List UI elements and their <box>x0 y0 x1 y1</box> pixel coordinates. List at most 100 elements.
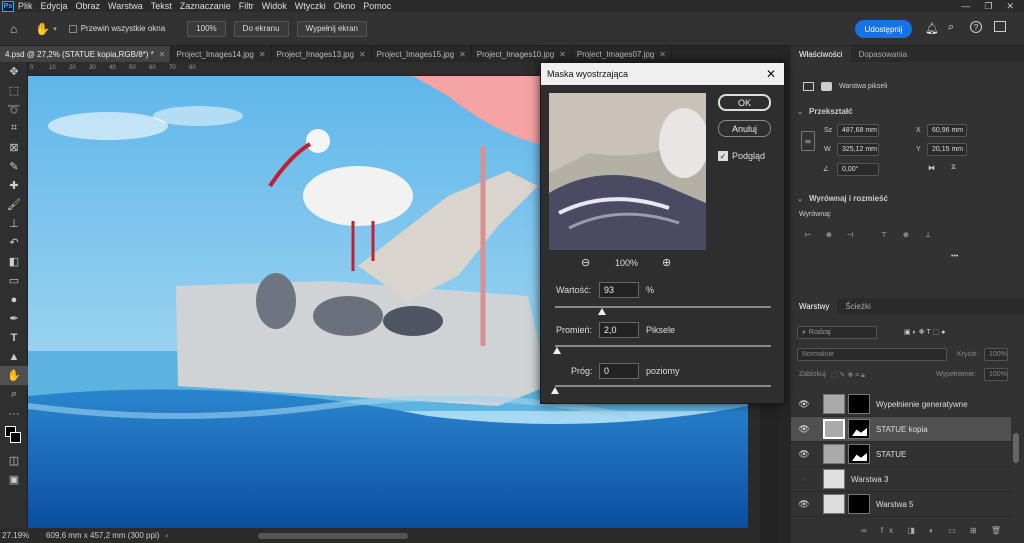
menu-item-pomoc[interactable]: Pomoc <box>363 1 391 11</box>
type-tool-icon[interactable]: T <box>0 328 28 347</box>
workspace-icon[interactable] <box>994 21 1006 32</box>
eyedropper-tool-icon[interactable]: ✎ <box>0 157 28 176</box>
amount-slider-track[interactable] <box>555 306 771 308</box>
menu-item-wtyczki[interactable]: Wtyczki <box>295 1 326 11</box>
ok-button[interactable]: OK <box>718 94 771 111</box>
blend-mode-select[interactable]: Normalnie <box>797 348 947 361</box>
close-window-icon[interactable]: ✕ <box>1006 1 1014 12</box>
width-field[interactable]: 487,68 mm <box>837 124 879 137</box>
opacity-field[interactable]: 100% <box>984 348 1008 361</box>
fit-screen-button[interactable]: Do ekranu <box>233 20 289 37</box>
frame-tool-icon[interactable]: ⊠ <box>0 138 28 157</box>
amount-field[interactable]: 93 <box>599 282 639 298</box>
zoom-level[interactable]: 27.19% <box>2 531 42 540</box>
tab-4psd[interactable]: 4.psd @ 27,2% (STATUE kopia,RGB/8*) * ✕ <box>0 46 172 62</box>
close-icon[interactable]: ✕ <box>766 67 776 81</box>
layer-row-warstwa-3[interactable]: ▫ Warstwa 3 <box>791 467 1011 492</box>
tab-project-images10[interactable]: Project_Images10.jpg ✕ <box>472 46 572 62</box>
eraser-tool-icon[interactable]: ◧ <box>0 252 28 271</box>
history-brush-icon[interactable]: ↶ <box>0 233 28 252</box>
close-icon[interactable]: ✕ <box>359 50 366 59</box>
align-right-icon[interactable]: ⊣ <box>847 231 853 239</box>
align-bottom-icon[interactable]: ⊥ <box>925 231 931 239</box>
tab-project-images15[interactable]: Project_Images15.jpg ✕ <box>372 46 472 62</box>
dodge-tool-icon[interactable]: ● <box>0 290 28 309</box>
move-tool-icon[interactable]: ✥ <box>0 62 28 81</box>
eye-icon[interactable]: 👁︎ <box>797 424 811 435</box>
menu-item-obraz[interactable]: Obraz <box>76 1 101 11</box>
restore-icon[interactable]: ❐ <box>984 1 992 12</box>
hand-tool-icon[interactable]: ✋ <box>0 366 28 385</box>
brush-tool-icon[interactable]: 🖌︎ <box>0 195 28 214</box>
radius-slider-track[interactable] <box>555 345 771 347</box>
tab-properties[interactable]: Właściwości <box>791 46 851 62</box>
stamp-tool-icon[interactable]: ⊥ <box>0 214 28 233</box>
home-icon[interactable]: ⌂ <box>10 22 17 36</box>
close-icon[interactable]: ✕ <box>459 50 466 59</box>
tab-project-images07[interactable]: Project_Images07.jpg ✕ <box>572 46 672 62</box>
eye-icon[interactable]: 👁︎ <box>797 399 811 410</box>
eye-icon[interactable]: 👁︎ <box>797 499 811 510</box>
menu-item-edycja[interactable]: Edycja <box>41 1 68 11</box>
menu-item-zaznaczanie[interactable]: Zaznaczanie <box>180 1 231 11</box>
radius-slider-thumb[interactable] <box>553 347 562 354</box>
layer-filter-select[interactable]: ⌕ Rodzaj <box>797 326 877 339</box>
layer-row-statue-kopia[interactable]: 👁︎ STATUE kopia <box>791 417 1011 442</box>
help-icon[interactable]: ? <box>970 21 982 33</box>
filter-preview[interactable] <box>549 93 706 250</box>
tab-paths[interactable]: Ścieżki <box>837 298 878 314</box>
quick-mask-icon[interactable]: ◫ <box>0 451 28 470</box>
menu-item-tekst[interactable]: Tekst <box>151 1 172 11</box>
height-field[interactable]: 325,12 mm <box>837 143 879 156</box>
threshold-slider-track[interactable] <box>555 385 771 387</box>
more-options-icon[interactable]: ••• <box>951 253 958 260</box>
more-tools-icon[interactable]: ··· <box>0 404 28 423</box>
align-top-icon[interactable]: ⊤ <box>881 231 887 239</box>
bell-icon[interactable]: 🔔︎ <box>925 22 939 35</box>
threshold-field[interactable]: 0 <box>599 363 639 379</box>
zoom-tool-icon[interactable]: ⌕ <box>0 385 28 404</box>
chevron-down-icon[interactable]: ▾ <box>53 25 57 33</box>
flip-vertical-icon[interactable]: ⧖ <box>951 164 956 172</box>
minimize-icon[interactable]: — <box>961 1 970 12</box>
zoom-out-icon[interactable]: ⊖ <box>581 256 590 269</box>
x-field[interactable]: 60,96 mm <box>927 124 967 137</box>
zoom-100-button[interactable]: 100% <box>187 20 226 37</box>
pen-tool-icon[interactable]: ✒ <box>0 309 28 328</box>
fill-field[interactable]: 100% <box>984 368 1008 381</box>
lock-icons[interactable]: ⬚ ✎ ✥ ⌗ 🔒︎ <box>831 371 865 380</box>
layer-actions-icons[interactable]: ∞ fx ◨ ◐ ▭ ⊞ 🗑︎ <box>861 526 1007 535</box>
screen-mode-icon[interactable]: ▣ <box>0 470 28 489</box>
preview-checkbox[interactable]: ✓ <box>718 151 728 161</box>
angle-field[interactable]: 0,00° <box>837 163 879 176</box>
align-hcenter-icon[interactable]: ⊕ <box>826 231 832 239</box>
eye-hidden-icon[interactable]: ▫ <box>797 474 811 484</box>
scroll-all-checkbox[interactable] <box>68 24 77 33</box>
y-field[interactable]: 20,15 mm <box>927 143 967 156</box>
align-vcenter-icon[interactable]: ⊕ <box>903 231 909 239</box>
eye-icon[interactable]: 👁︎ <box>797 449 811 460</box>
menu-item-widok[interactable]: Widok <box>262 1 287 11</box>
menu-item-plik[interactable]: Plik <box>18 1 33 11</box>
zoom-in-icon[interactable]: ⊕ <box>662 256 671 269</box>
lasso-tool-icon[interactable]: ➰ <box>0 100 28 119</box>
link-icon[interactable]: ∞ <box>801 131 815 151</box>
flip-horizontal-icon[interactable]: ⧓ <box>928 164 935 172</box>
chevron-right-icon[interactable]: › <box>165 531 168 540</box>
tab-project-images14[interactable]: Project_Images14.jpg ✕ <box>171 46 272 62</box>
filter-icons[interactable]: ▣ ◐ ✥ T ⬚ ● <box>904 328 945 336</box>
align-left-icon[interactable]: ⊢ <box>805 231 811 239</box>
share-button[interactable]: Udostępnij <box>855 20 912 38</box>
menu-item-warstwa[interactable]: Warstwa <box>108 1 143 11</box>
amount-slider-thumb[interactable] <box>597 308 606 315</box>
fill-screen-button[interactable]: Wypełnij ekran <box>296 20 367 37</box>
layer-row-generative-fill[interactable]: 👁︎ Wypełnienie generatywne <box>791 392 1011 417</box>
gradient-tool-icon[interactable]: ▭ <box>0 271 28 290</box>
close-icon[interactable]: ✕ <box>159 50 166 59</box>
threshold-slider-thumb[interactable] <box>551 387 559 394</box>
close-icon[interactable]: ✕ <box>659 50 666 59</box>
crop-tool-icon[interactable]: ⌗ <box>0 119 28 138</box>
horizontal-scrollbar[interactable] <box>258 532 409 539</box>
close-icon[interactable]: ✕ <box>559 50 566 59</box>
radius-field[interactable]: 2,0 <box>599 322 639 338</box>
